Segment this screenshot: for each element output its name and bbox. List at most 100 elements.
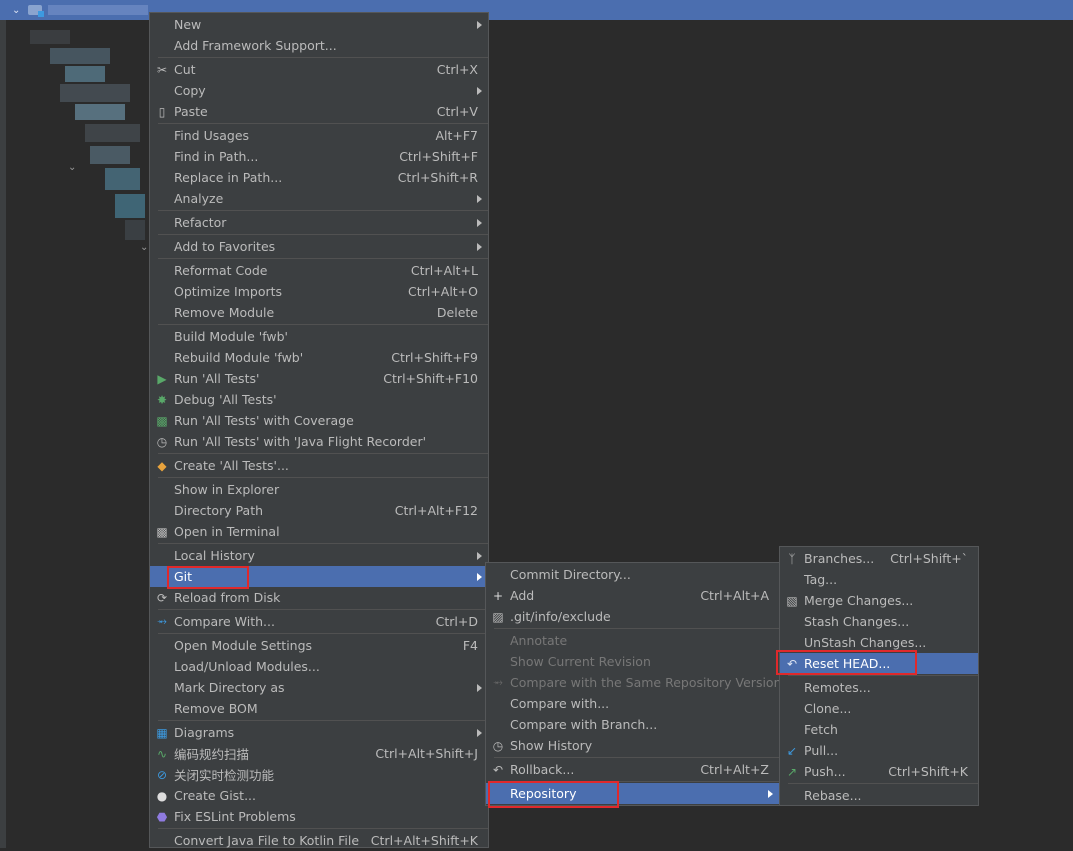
code-scan-icon: ∿ — [156, 746, 168, 761]
menu-item-create-gist[interactable]: ● Create Gist... — [150, 785, 488, 806]
menu-item-label: Analyze — [174, 191, 224, 206]
menu-item-open-module-settings[interactable]: Open Module Settings F4 — [150, 635, 488, 656]
menu-item-add-framework-support[interactable]: Add Framework Support... — [150, 35, 488, 56]
menu-item-shortcut: Ctrl+Alt+A — [700, 588, 769, 603]
branch-icon: ᛉ — [788, 551, 796, 566]
menu-item-cut[interactable]: ✂ Cut Ctrl+X — [150, 59, 488, 80]
menu-item-show-in-explorer[interactable]: Show in Explorer — [150, 479, 488, 500]
menu-item-compare-with[interactable]: ⥇ Compare With... Ctrl+D — [150, 611, 488, 632]
menu-item-find-usages[interactable]: Find Usages Alt+F7 — [150, 125, 488, 146]
submenu-arrow-icon — [768, 789, 773, 798]
menu-item-load-unload-modules[interactable]: Load/Unload Modules... — [150, 656, 488, 677]
repo-item-clone[interactable]: Clone... — [780, 698, 978, 719]
menu-item-label: Show History — [510, 738, 593, 753]
repo-item-merge-changes[interactable]: ▧ Merge Changes... — [780, 590, 978, 611]
menu-item-reformat-code[interactable]: Reformat Code Ctrl+Alt+L — [150, 260, 488, 281]
menu-item-fix-eslint-problems[interactable]: ⬣ Fix ESLint Problems — [150, 806, 488, 827]
chevron-down-icon[interactable]: ⌄ — [140, 242, 148, 253]
git-item-commit-directory[interactable]: Commit Directory... — [486, 564, 779, 585]
menu-item-directory-path[interactable]: Directory Path Ctrl+Alt+F12 — [150, 500, 488, 521]
menu-item-label: Remove BOM — [174, 701, 258, 716]
git-item-git-info-exclude[interactable]: ▨ .git/info/exclude — [486, 606, 779, 627]
repo-item-stash-changes[interactable]: Stash Changes... — [780, 611, 978, 632]
menu-item-rebuild-module-fwb[interactable]: Rebuild Module 'fwb' Ctrl+Shift+F9 — [150, 347, 488, 368]
git-item-rollback[interactable]: ↶ Rollback... Ctrl+Alt+Z — [486, 759, 779, 780]
chevron-down-icon[interactable]: ⌄ — [68, 162, 76, 173]
menu-item-label: Reset HEAD... — [804, 656, 891, 671]
module-folder-icon — [28, 5, 45, 17]
menu-item-label: Optimize Imports — [174, 284, 283, 299]
menu-item-reload-from-disk[interactable]: ⟳ Reload from Disk — [150, 587, 488, 608]
menu-item-label: Tag... — [804, 572, 838, 587]
plus-icon: + — [492, 588, 504, 603]
menu-separator — [158, 543, 488, 544]
menu-item-local-history[interactable]: Local History — [150, 545, 488, 566]
menu-item-open-in-terminal[interactable]: ▩ Open in Terminal — [150, 521, 488, 542]
menu-item-replace-in-path[interactable]: Replace in Path... Ctrl+Shift+R — [150, 167, 488, 188]
git-item-show-history[interactable]: ◷ Show History — [486, 735, 779, 756]
menu-item-run-all-tests-with-coverage[interactable]: ▩ Run 'All Tests' with Coverage — [150, 410, 488, 431]
github-icon: ● — [156, 788, 168, 803]
menu-item-label: Clone... — [804, 701, 852, 716]
menu-item-run-all-tests[interactable]: ▶ Run 'All Tests' Ctrl+Shift+F10 — [150, 368, 488, 389]
menu-item-label: Push... — [804, 764, 846, 779]
submenu-arrow-icon — [477, 218, 482, 227]
git-item-compare-with-branch[interactable]: Compare with Branch... — [486, 714, 779, 735]
git-item-add[interactable]: + Add Ctrl+Alt+A — [486, 585, 779, 606]
menu-item-new[interactable]: New — [150, 14, 488, 35]
menu-item-find-in-path[interactable]: Find in Path... Ctrl+Shift+F — [150, 146, 488, 167]
menu-item-label: Find in Path... — [174, 149, 259, 164]
menu-item-label: Build Module 'fwb' — [174, 329, 288, 344]
menu-item-analyze[interactable]: Analyze — [150, 188, 488, 209]
menu-item-run-all-tests-with-java-flight-recorder[interactable]: ◷ Run 'All Tests' with 'Java Flight Recor… — [150, 431, 488, 452]
menu-item-build-module-fwb[interactable]: Build Module 'fwb' — [150, 326, 488, 347]
menu-item-git[interactable]: Git — [150, 566, 488, 587]
menu-item-optimize-imports[interactable]: Optimize Imports Ctrl+Alt+O — [150, 281, 488, 302]
menu-separator — [494, 757, 779, 758]
menu-item-label: Mark Directory as — [174, 680, 285, 695]
git-item-show-current-revision[interactable]: Show Current Revision — [486, 651, 779, 672]
git-item-annotate[interactable]: Annotate — [486, 630, 779, 651]
menu-separator — [158, 258, 488, 259]
menu-item-label: Add to Favorites — [174, 239, 276, 254]
menu-separator — [158, 123, 488, 124]
menu-item-copy[interactable]: Copy — [150, 80, 488, 101]
menu-item-refactor[interactable]: Refactor — [150, 212, 488, 233]
menu-item-diagrams[interactable]: ▦ Diagrams — [150, 722, 488, 743]
menu-item-mark-directory-as[interactable]: Mark Directory as — [150, 677, 488, 698]
menu-item-label: Show in Explorer — [174, 482, 280, 497]
repo-item-unstash-changes[interactable]: UnStash Changes... — [780, 632, 978, 653]
repo-item-remotes[interactable]: Remotes... — [780, 677, 978, 698]
obscured-project-tree — [30, 20, 160, 250]
menu-item-46[interactable]: ⊘ 关闭实时检测功能 — [150, 764, 488, 785]
menu-item-paste[interactable]: ▯ Paste Ctrl+V — [150, 101, 488, 122]
repo-item-fetch[interactable]: Fetch — [780, 719, 978, 740]
repo-item-branches[interactable]: ᛉ Branches... Ctrl+Shift+` — [780, 548, 978, 569]
repo-item-tag[interactable]: Tag... — [780, 569, 978, 590]
menu-item-45[interactable]: ∿ 编码规约扫描 Ctrl+Alt+Shift+J — [150, 743, 488, 764]
chevron-down-icon[interactable]: ⌄ — [12, 5, 20, 16]
menu-item-label: Create 'All Tests'... — [174, 458, 289, 473]
git-item-compare-with[interactable]: Compare with... — [486, 693, 779, 714]
repo-item-reset-head[interactable]: ↶ Reset HEAD... — [780, 653, 978, 674]
menu-item-shortcut: Ctrl+Alt+Shift+J — [375, 746, 478, 761]
git-item-repository[interactable]: Repository — [486, 783, 779, 804]
menu-item-remove-bom[interactable]: Remove BOM — [150, 698, 488, 719]
menu-item-debug-all-tests[interactable]: ✸ Debug 'All Tests' — [150, 389, 488, 410]
menu-item-label: Repository — [510, 786, 577, 801]
create-test-icon: ◆ — [157, 458, 167, 473]
submenu-arrow-icon — [477, 551, 482, 560]
menu-item-remove-module[interactable]: Remove Module Delete — [150, 302, 488, 323]
menu-separator — [788, 675, 978, 676]
submenu-arrow-icon — [477, 728, 482, 737]
merge-icon: ▧ — [786, 593, 798, 608]
menu-item-create-all-tests[interactable]: ◆ Create 'All Tests'... — [150, 455, 488, 476]
repo-item-rebase[interactable]: Rebase... — [780, 785, 978, 806]
repo-item-pull[interactable]: ↙ Pull... — [780, 740, 978, 761]
menu-item-add-to-favorites[interactable]: Add to Favorites — [150, 236, 488, 257]
menu-item-shortcut: Ctrl+Alt+Z — [700, 762, 769, 777]
clock-icon: ◷ — [492, 738, 504, 753]
git-item-compare-with-the-same-repository-version[interactable]: ⥇ Compare with the Same Repository Versio… — [486, 672, 781, 693]
menu-item-shortcut: Delete — [436, 305, 478, 320]
repo-item-push[interactable]: ↗ Push... Ctrl+Shift+K — [780, 761, 978, 782]
